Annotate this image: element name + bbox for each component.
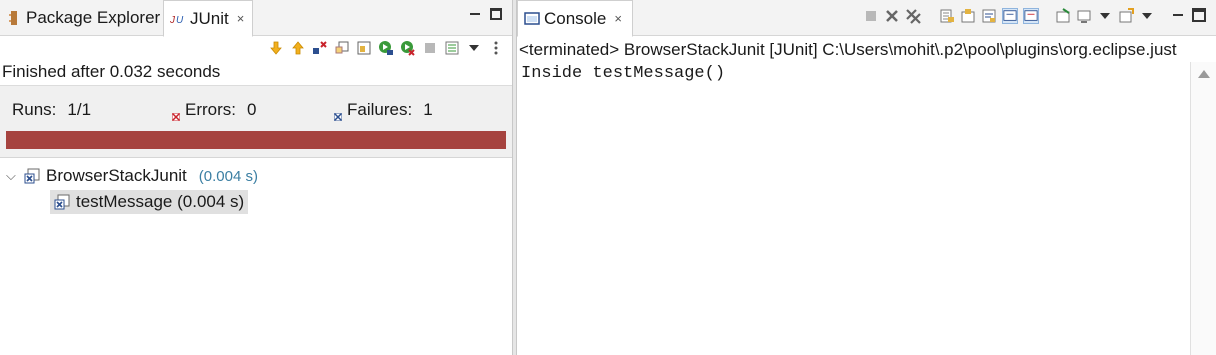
scroll-lock-icon[interactable] — [334, 40, 350, 56]
toolbar-separator — [1044, 8, 1050, 24]
rerun-test-icon[interactable] — [378, 40, 394, 56]
failed-test-icon — [54, 194, 70, 210]
tree-suite-row[interactable]: ⌵ BrowserStackJunit (0.004 s) — [6, 166, 258, 186]
rerun-failed-icon[interactable] — [400, 40, 416, 56]
next-failure-icon[interactable] — [268, 40, 284, 56]
vertical-scrollbar[interactable] — [1190, 62, 1216, 355]
remove-launch-icon[interactable] — [884, 8, 900, 24]
test-name: testMessage (0.004 s) — [76, 192, 245, 211]
chevron-down-icon[interactable] — [1097, 8, 1113, 24]
package-icon — [6, 10, 22, 26]
test-tree: ⌵ BrowserStackJunit (0.004 s) testMessag… — [0, 160, 512, 355]
terminate-icon[interactable] — [863, 8, 879, 24]
tab-package-explorer[interactable]: Package Explorer — [0, 0, 162, 36]
errors-counter: Errors: 0 — [171, 100, 257, 122]
errors-value: 0 — [247, 100, 257, 119]
close-icon[interactable]: × — [237, 11, 245, 26]
more-options-icon[interactable] — [488, 40, 504, 56]
maximize-icon[interactable] — [490, 8, 502, 20]
junit-icon: JU — [169, 11, 186, 27]
tab-label: Package Explorer — [26, 8, 161, 27]
chevron-down-icon[interactable] — [1139, 8, 1155, 24]
failures-counter: Failures: 1 — [333, 100, 433, 122]
tab-console[interactable]: Console × — [517, 0, 633, 37]
show-on-stdout-icon[interactable] — [1002, 8, 1018, 24]
clear-console-icon[interactable] — [939, 8, 955, 24]
word-wrap-icon[interactable] — [981, 8, 997, 24]
console-output-area[interactable]: Inside testMessage() — [517, 62, 1191, 355]
runs-value: 1/1 — [67, 100, 92, 119]
show-failures-only-icon[interactable] — [312, 40, 328, 56]
toolbar-separator — [926, 8, 934, 24]
show-on-stderr-icon[interactable] — [1023, 8, 1039, 24]
errors-label: Errors: — [185, 100, 236, 119]
runs-counter: Runs: 1/1 — [12, 100, 91, 120]
open-console-icon[interactable] — [1118, 8, 1134, 24]
pin-console-icon[interactable] — [1055, 8, 1071, 24]
console-icon — [524, 11, 540, 27]
scroll-lock-icon[interactable] — [960, 8, 976, 24]
stop-icon[interactable] — [422, 40, 438, 56]
tab-label: Console — [544, 8, 607, 28]
console-launch-description: <terminated> BrowserStackJunit [JUnit] C… — [519, 40, 1177, 59]
left-tab-bar: Package Explorer JU JUnit × — [0, 0, 512, 37]
svg-text:U: U — [176, 15, 184, 26]
failures-label: Failures: — [347, 100, 413, 119]
minimize-icon[interactable] — [468, 8, 482, 22]
counters-panel: Runs: 1/1 Errors: 0 Failures: 1 — [0, 85, 512, 158]
maximize-icon[interactable] — [1192, 8, 1208, 24]
tab-label: JUnit — [190, 8, 229, 28]
failures-value: 1 — [423, 100, 433, 119]
suite-name: BrowserStackJunit — [46, 166, 187, 185]
tree-test-row[interactable]: testMessage (0.004 s) — [50, 190, 249, 214]
minimize-icon[interactable] — [1171, 8, 1187, 24]
junit-toolbar — [268, 40, 504, 56]
suite-time: (0.004 s) — [198, 167, 258, 185]
console-toolbar — [863, 6, 1208, 26]
console-panel: Console × <terminated> BrowserStackJunit… — [516, 0, 1216, 355]
history-icon[interactable] — [444, 40, 460, 56]
console-output-text: Inside testMessage() — [521, 64, 726, 83]
display-selected-console-icon[interactable] — [1076, 8, 1092, 24]
test-suite-icon — [24, 168, 40, 184]
test-progress-bar — [6, 131, 506, 149]
previous-failure-icon[interactable] — [290, 40, 306, 56]
runs-label: Runs: — [12, 100, 57, 119]
failure-icon — [333, 106, 343, 122]
toolbar-separator — [1160, 8, 1166, 24]
close-icon[interactable]: × — [614, 11, 622, 26]
layout-icon[interactable] — [356, 40, 372, 56]
view-menu-icon[interactable] — [466, 40, 482, 56]
tab-junit[interactable]: JU JUnit × — [163, 0, 253, 37]
console-tab-bar: Console × — [517, 0, 1216, 37]
error-icon — [171, 106, 181, 122]
junit-panel: Package Explorer JU JUnit × Finished aft… — [0, 0, 513, 355]
scroll-up-icon[interactable] — [1198, 70, 1210, 78]
status-message: Finished after 0.032 seconds — [2, 62, 221, 81]
chevron-down-icon[interactable]: ⌵ — [6, 168, 18, 184]
remove-all-terminated-icon[interactable] — [905, 8, 921, 24]
